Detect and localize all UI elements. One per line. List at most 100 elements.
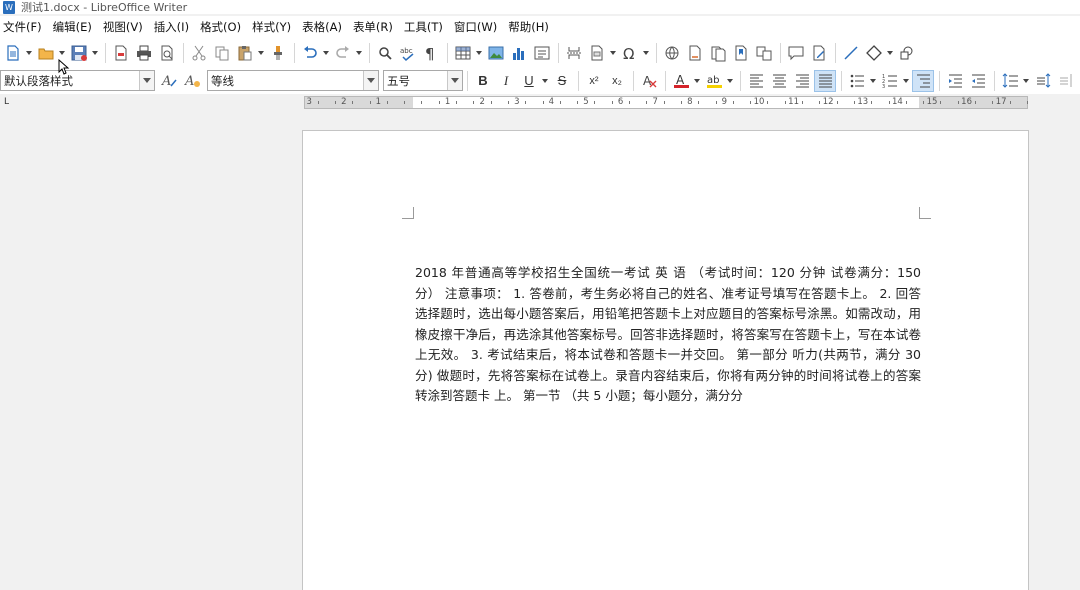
menu-table[interactable]: 表格(A) — [302, 19, 347, 35]
font-name-combo[interactable]: 等线 — [207, 70, 379, 91]
highlight-dropdown[interactable] — [726, 70, 734, 92]
export-pdf-icon[interactable] — [110, 42, 132, 64]
numbering-dropdown[interactable] — [902, 70, 910, 92]
clone-format-icon[interactable] — [267, 42, 289, 64]
decrease-indent-icon[interactable] — [967, 70, 989, 92]
spellcheck-icon[interactable]: abc — [397, 42, 419, 64]
page[interactable]: 2018 年普通高等学校招生全国统一考试 英 语 （考试时间：120 分钟 试卷… — [302, 130, 1029, 590]
undo-dropdown[interactable] — [322, 42, 330, 64]
menu-help[interactable]: 帮助(H) — [508, 19, 554, 35]
insert-image-icon[interactable] — [485, 42, 507, 64]
paste-icon[interactable] — [234, 42, 256, 64]
font-color-dropdown[interactable] — [693, 70, 701, 92]
horizontal-ruler[interactable]: 3 2 1 1 2 3 4 5 6 7 8 9 10 11 12 13 14 15 16 17 — [304, 96, 1028, 109]
tab-stop-selector[interactable]: L — [4, 97, 9, 107]
insert-textbox-icon[interactable] — [531, 42, 553, 64]
strikethrough-button[interactable]: S — [551, 70, 573, 92]
basic-shapes-dropdown[interactable] — [886, 42, 894, 64]
print-icon[interactable] — [133, 42, 155, 64]
redo-dropdown[interactable] — [355, 42, 363, 64]
basic-shapes-icon[interactable] — [863, 42, 885, 64]
line-spacing-icon[interactable] — [999, 70, 1021, 92]
line-icon[interactable] — [840, 42, 862, 64]
table-dropdown[interactable] — [475, 42, 483, 64]
copy-icon[interactable] — [211, 42, 233, 64]
footnote-icon[interactable] — [684, 42, 706, 64]
paragraph-style-combo[interactable]: 默认段落样式 — [0, 70, 155, 91]
menu-view[interactable]: 视图(V) — [103, 19, 148, 35]
bullets-icon[interactable] — [846, 70, 868, 92]
menu-form[interactable]: 表单(R) — [353, 19, 398, 35]
redo-icon[interactable] — [332, 42, 354, 64]
document-body-text[interactable]: 2018 年普通高等学校招生全国统一考试 英 语 （考试时间：120 分钟 试卷… — [415, 263, 921, 407]
page-break-icon[interactable] — [563, 42, 585, 64]
chevron-down-icon[interactable] — [447, 71, 462, 90]
new-dropdown[interactable] — [25, 42, 33, 64]
separator — [780, 42, 781, 63]
document-area[interactable]: 2018 年普通高等学校招生全国统一考试 英 语 （考试时间：120 分钟 试卷… — [0, 112, 1080, 590]
highlight-icon[interactable]: ab — [703, 70, 725, 92]
insert-table-icon[interactable] — [452, 42, 474, 64]
undo-icon[interactable] — [299, 42, 321, 64]
paste-dropdown[interactable] — [257, 42, 265, 64]
cross-reference-icon[interactable] — [753, 42, 775, 64]
numbering-icon[interactable]: 123 — [879, 70, 901, 92]
menu-format[interactable]: 格式(O) — [200, 19, 246, 35]
align-right-icon[interactable] — [791, 70, 813, 92]
cut-icon[interactable] — [188, 42, 210, 64]
justify-icon[interactable] — [814, 69, 836, 92]
increase-indent-icon[interactable] — [944, 70, 966, 92]
bold-button[interactable]: B — [472, 70, 494, 92]
save-icon[interactable] — [68, 42, 90, 64]
underline-dropdown[interactable] — [541, 70, 549, 92]
ruler-tick — [1026, 101, 1028, 104]
chevron-down-icon[interactable] — [363, 71, 378, 90]
font-color-icon[interactable]: A — [670, 70, 692, 92]
writer-window: W 测试1.docx - LibreOffice Writer 文件(F) 编辑… — [0, 0, 1080, 590]
outline-icon[interactable] — [912, 69, 934, 92]
superscript-button[interactable]: x² — [583, 70, 605, 92]
draw-functions-icon[interactable] — [896, 42, 918, 64]
align-center-icon[interactable] — [768, 70, 790, 92]
chevron-down-icon[interactable] — [139, 71, 154, 90]
update-style-icon[interactable]: A — [158, 70, 180, 92]
ruler-label: 11 — [788, 97, 800, 107]
ruler-tick — [421, 101, 423, 104]
open-icon[interactable] — [35, 42, 57, 64]
menu-edit[interactable]: 编辑(E) — [53, 19, 97, 35]
paragraph-spacing-decrease-icon[interactable] — [1055, 70, 1077, 92]
menu-file[interactable]: 文件(F) — [3, 19, 47, 35]
clear-formatting-icon[interactable]: A — [638, 70, 660, 92]
formatting-marks-icon[interactable]: ¶ — [420, 42, 442, 64]
line-spacing-dropdown[interactable] — [1022, 70, 1030, 92]
ruler-tick — [317, 101, 319, 104]
new-style-icon[interactable]: A — [181, 70, 203, 92]
track-changes-icon[interactable] — [808, 42, 830, 64]
italic-button[interactable]: I — [495, 70, 517, 92]
hyperlink-icon[interactable] — [661, 42, 683, 64]
comment-icon[interactable] — [785, 42, 807, 64]
font-size-value: 五号 — [387, 73, 410, 88]
bullets-dropdown[interactable] — [869, 70, 877, 92]
special-character-icon[interactable]: Ω — [619, 42, 641, 64]
ruler-label: 7 — [652, 97, 658, 107]
new-icon[interactable] — [2, 42, 24, 64]
paragraph-spacing-increase-icon[interactable] — [1032, 70, 1054, 92]
find-replace-icon[interactable] — [374, 42, 396, 64]
menu-insert[interactable]: 插入(I) — [154, 19, 194, 35]
font-size-combo[interactable]: 五号 — [383, 70, 463, 91]
endnote-icon[interactable] — [707, 42, 729, 64]
special-character-dropdown[interactable] — [642, 42, 650, 64]
insert-field-icon[interactable] — [586, 42, 608, 64]
underline-button[interactable]: U — [518, 70, 540, 92]
save-dropdown[interactable] — [91, 42, 99, 64]
bookmark-icon[interactable] — [730, 42, 752, 64]
align-left-icon[interactable] — [745, 70, 767, 92]
print-preview-icon[interactable] — [156, 42, 178, 64]
menu-styles[interactable]: 样式(Y) — [252, 19, 296, 35]
menu-window[interactable]: 窗口(W) — [454, 19, 502, 35]
field-dropdown[interactable] — [609, 42, 617, 64]
menu-tools[interactable]: 工具(T) — [404, 19, 448, 35]
subscript-button[interactable]: x₂ — [606, 70, 628, 92]
insert-chart-icon[interactable] — [508, 42, 530, 64]
